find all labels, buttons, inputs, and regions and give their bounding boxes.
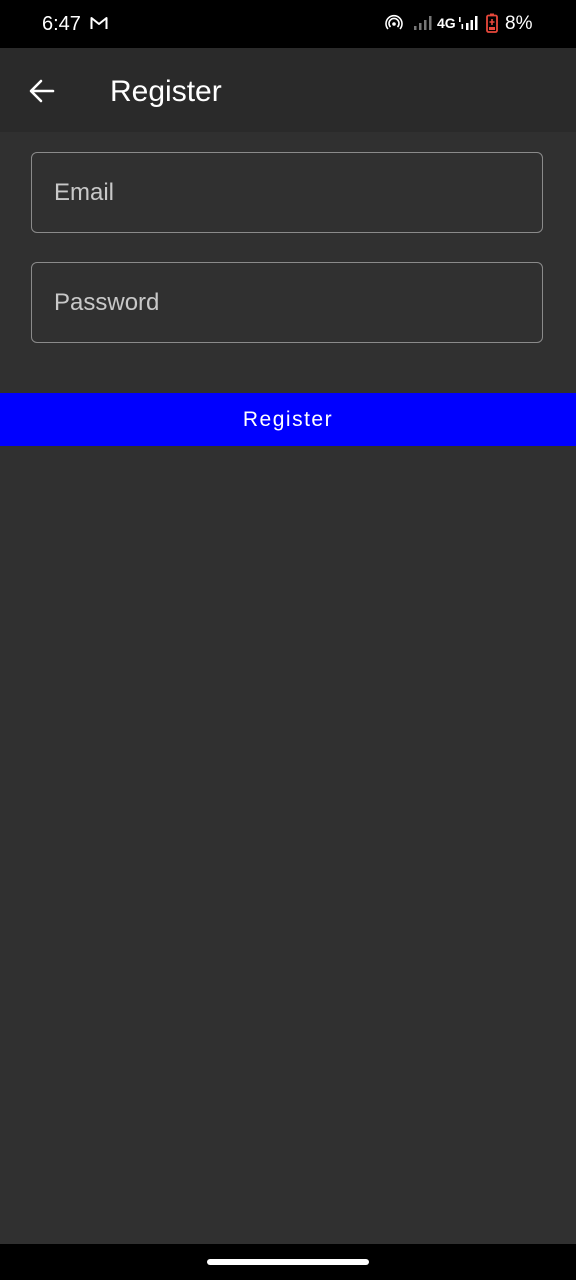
password-field[interactable] <box>31 262 543 343</box>
home-indicator[interactable] <box>207 1259 369 1265</box>
page-title: Register <box>110 75 222 108</box>
email-input[interactable] <box>54 153 514 232</box>
password-input[interactable] <box>54 263 514 342</box>
network-type: 4G <box>437 15 456 31</box>
status-bar: 6:47 4G 8% <box>0 0 576 48</box>
app-bar: Register <box>0 48 576 132</box>
arrow-left-icon <box>29 79 55 103</box>
battery-percent: 8% <box>505 13 533 34</box>
gmail-icon <box>90 17 108 29</box>
register-button[interactable]: Register <box>0 393 576 446</box>
back-button[interactable] <box>22 70 64 112</box>
battery-low-icon <box>486 13 498 33</box>
email-field[interactable] <box>31 152 543 233</box>
signal-icon <box>459 16 478 30</box>
signal-icon <box>414 16 432 30</box>
hotspot-icon <box>385 14 403 30</box>
navigation-bar <box>0 1244 576 1280</box>
status-time: 6:47 <box>42 13 81 35</box>
